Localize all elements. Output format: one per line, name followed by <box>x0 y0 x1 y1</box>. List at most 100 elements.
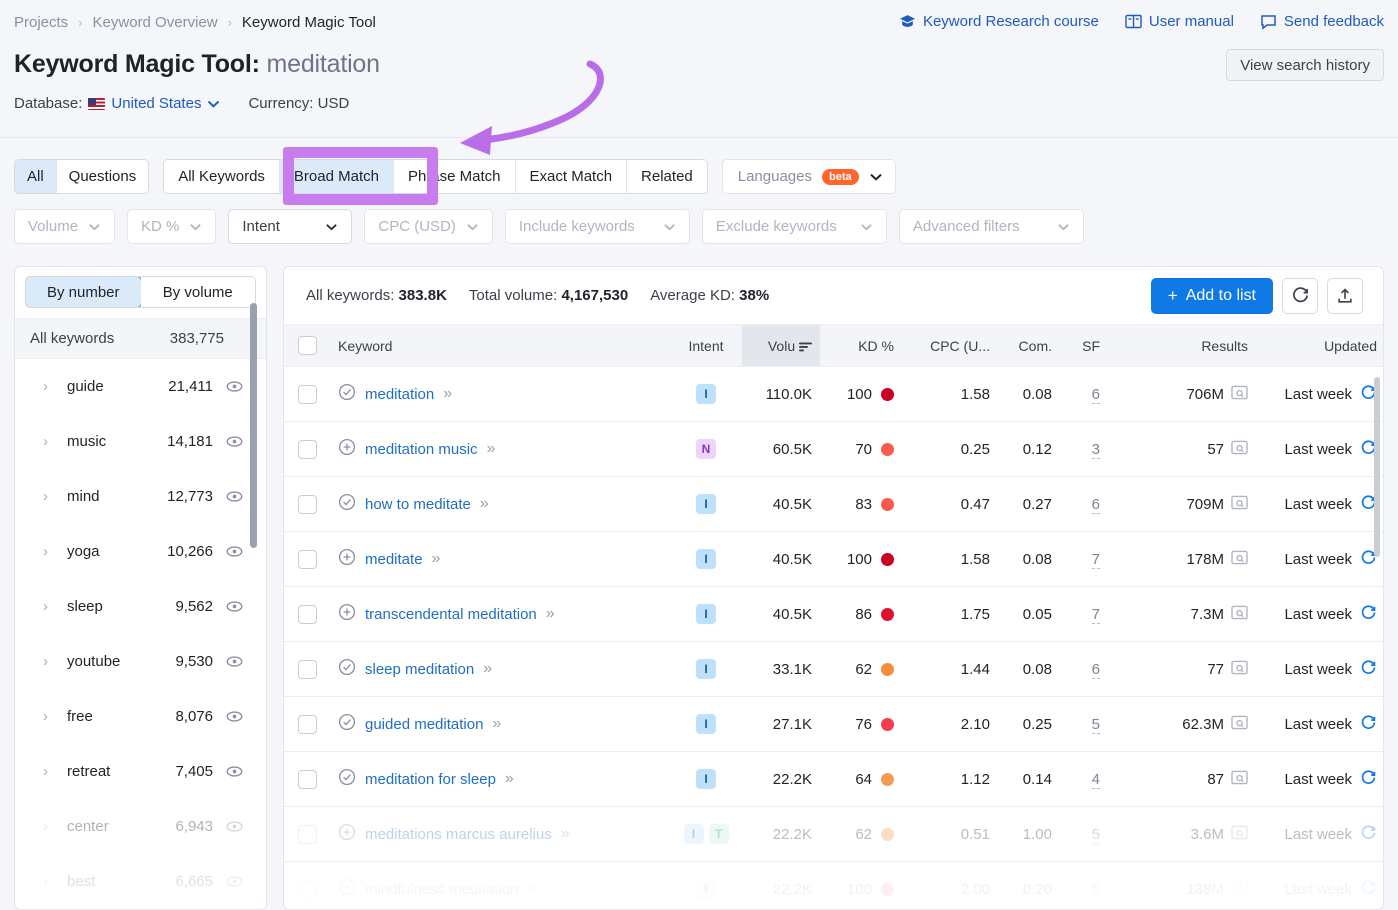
sidebar-group-item[interactable]: ›yoga10,266 <box>15 524 266 579</box>
sf-value[interactable]: 7 <box>1092 551 1100 569</box>
column-header-volume[interactable]: Volu <box>742 325 820 367</box>
chevron-right-icon[interactable]: › <box>43 378 53 395</box>
intent-badge[interactable]: I <box>696 879 716 899</box>
filter-volume[interactable]: Volume <box>14 209 115 244</box>
filter-advanced-filters[interactable]: Advanced filters <box>899 209 1084 244</box>
double-chevron-right-icon[interactable]: » <box>546 605 553 623</box>
chevron-right-icon[interactable]: › <box>43 708 53 725</box>
eye-icon[interactable] <box>225 872 244 891</box>
chevron-right-icon[interactable]: › <box>43 488 53 505</box>
filter-intent[interactable]: Intent <box>228 209 352 244</box>
eye-icon[interactable] <box>225 707 244 726</box>
breadcrumb-item-keyword-overview[interactable]: Keyword Overview <box>93 14 218 31</box>
double-chevron-right-icon[interactable]: » <box>480 495 487 513</box>
check-circle-icon[interactable] <box>338 383 356 405</box>
languages-dropdown[interactable]: Languages beta <box>722 159 896 194</box>
double-chevron-right-icon[interactable]: » <box>483 660 490 678</box>
table-scrollbar[interactable] <box>1374 377 1380 557</box>
intent-badge[interactable]: N <box>696 439 716 459</box>
sidebar-item-all-keywords[interactable]: All keywords 383,775 <box>15 318 266 359</box>
eye-icon[interactable] <box>225 762 244 781</box>
tab-all-keywords[interactable]: All Keywords <box>164 160 280 193</box>
refresh-icon[interactable] <box>1360 714 1377 735</box>
keyword-link[interactable]: meditation music <box>365 441 478 458</box>
intent-badge[interactable]: I <box>696 384 716 404</box>
sf-value[interactable]: 5 <box>1092 716 1100 734</box>
tab-broad-match[interactable]: Broad Match <box>280 160 394 193</box>
column-header-sf[interactable]: SF <box>1060 325 1108 367</box>
intent-badge[interactable]: I <box>696 549 716 569</box>
check-circle-icon[interactable] <box>338 713 356 735</box>
database-selector[interactable]: Database: United States <box>14 95 220 112</box>
sidebar-group-item[interactable]: ›sleep9,562 <box>15 579 266 634</box>
chevron-right-icon[interactable]: › <box>43 763 53 780</box>
keyword-link[interactable]: meditations marcus aurelius <box>365 826 552 843</box>
check-circle-icon[interactable] <box>338 768 356 790</box>
breadcrumb-item-keyword-magic-tool[interactable]: Keyword Magic Tool <box>242 14 376 31</box>
chevron-right-icon[interactable]: › <box>43 433 53 450</box>
check-circle-icon[interactable] <box>338 493 356 515</box>
sf-value[interactable]: 5 <box>1092 826 1100 844</box>
double-chevron-right-icon[interactable]: » <box>443 385 450 403</box>
intent-badge[interactable]: I <box>696 659 716 679</box>
toggle-by-number[interactable]: By number <box>25 276 142 308</box>
row-checkbox[interactable] <box>298 550 317 569</box>
breadcrumb-item-projects[interactable]: Projects <box>14 14 68 31</box>
intent-badge[interactable]: I <box>696 714 716 734</box>
keyword-research-course-link[interactable]: Keyword Research course <box>899 13 1099 30</box>
keyword-link[interactable]: meditation <box>365 386 434 403</box>
sf-value[interactable]: 6 <box>1092 881 1100 899</box>
refresh-icon[interactable] <box>1360 604 1377 625</box>
tab-exact-match[interactable]: Exact Match <box>516 160 628 193</box>
column-header-cpc[interactable]: CPC (U... <box>902 325 998 367</box>
sf-value[interactable]: 6 <box>1092 386 1100 404</box>
sf-value[interactable]: 6 <box>1092 496 1100 514</box>
keyword-link[interactable]: transcendental meditation <box>365 606 537 623</box>
tab-related[interactable]: Related <box>627 160 707 193</box>
view-search-history-button[interactable]: View search history <box>1226 49 1384 81</box>
check-circle-icon[interactable] <box>338 658 356 680</box>
filter-include-keywords[interactable]: Include keywords <box>505 209 690 244</box>
tab-all[interactable]: All <box>15 160 57 193</box>
eye-icon[interactable] <box>225 597 244 616</box>
table-row[interactable]: mindfulness meditation»I22.2K1002.000.20… <box>284 862 1384 910</box>
chevron-right-icon[interactable]: › <box>43 543 53 560</box>
double-chevron-right-icon[interactable]: » <box>487 440 494 458</box>
keyword-link[interactable]: meditation for sleep <box>365 771 496 788</box>
table-row[interactable]: meditations marcus aurelius»IT22.2K620.5… <box>284 807 1384 862</box>
chevron-right-icon[interactable]: › <box>43 598 53 615</box>
serp-icon[interactable] <box>1231 770 1248 789</box>
sidebar-group-item[interactable]: ›best6,665 <box>15 854 266 909</box>
add-to-list-button[interactable]: + Add to list <box>1151 278 1273 314</box>
filter-kd[interactable]: KD % <box>127 209 216 244</box>
sidebar-group-item[interactable]: ›youtube9,530 <box>15 634 266 689</box>
table-row[interactable]: sleep meditation»I33.1K621.440.08677Last… <box>284 642 1384 697</box>
intent-badge[interactable]: I <box>696 494 716 514</box>
double-chevron-right-icon[interactable]: » <box>432 550 439 568</box>
keyword-link[interactable]: guided meditation <box>365 716 483 733</box>
serp-icon[interactable] <box>1231 440 1248 459</box>
refresh-button[interactable] <box>1282 278 1318 314</box>
chevron-right-icon[interactable]: › <box>43 818 53 835</box>
sidebar-group-item[interactable]: ›retreat7,405 <box>15 744 266 799</box>
serp-icon[interactable] <box>1231 825 1248 844</box>
refresh-icon[interactable] <box>1360 879 1377 900</box>
serp-icon[interactable] <box>1231 605 1248 624</box>
double-chevron-right-icon[interactable]: » <box>505 770 512 788</box>
serp-icon[interactable] <box>1231 550 1248 569</box>
user-manual-link[interactable]: User manual <box>1125 13 1234 30</box>
serp-icon[interactable] <box>1231 880 1248 899</box>
sf-value[interactable]: 3 <box>1092 441 1100 459</box>
sf-value[interactable]: 4 <box>1092 771 1100 789</box>
sidebar-scrollbar[interactable] <box>250 303 257 548</box>
row-checkbox[interactable] <box>298 385 317 404</box>
row-checkbox[interactable] <box>298 880 317 899</box>
column-header-intent[interactable]: Intent <box>670 325 742 367</box>
chevron-right-icon[interactable]: › <box>43 873 53 890</box>
table-row[interactable]: guided meditation»I27.1K762.100.25562.3M… <box>284 697 1384 752</box>
column-header-keyword[interactable]: Keyword <box>330 325 670 367</box>
sidebar-group-item[interactable]: ›free8,076 <box>15 689 266 744</box>
eye-icon[interactable] <box>225 377 244 396</box>
double-chevron-right-icon[interactable]: » <box>492 715 499 733</box>
table-row[interactable]: meditation»I110.0K1001.580.086706MLast w… <box>284 367 1384 422</box>
